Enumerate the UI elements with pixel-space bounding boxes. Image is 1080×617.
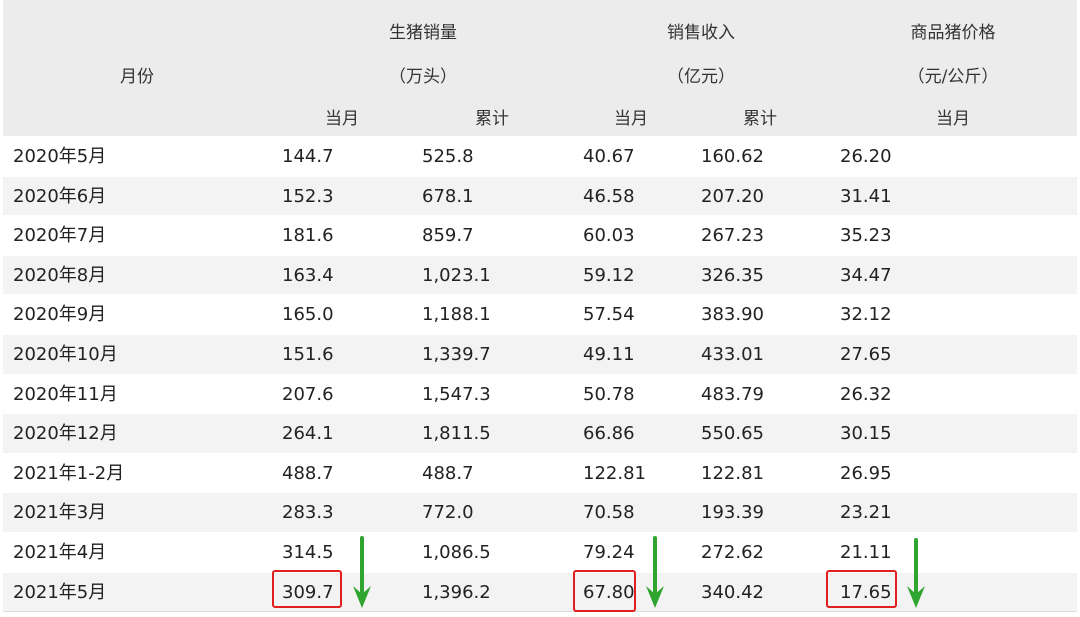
cell-revenue-cumulative: 267.23 xyxy=(701,225,764,247)
cell-sales-monthly: 151.6 xyxy=(282,343,334,365)
cell-sales-cumulative: 1,396.2 xyxy=(422,581,491,603)
cell-revenue-cumulative: 433.01 xyxy=(701,343,764,365)
cell-month: 2020年9月 xyxy=(13,304,107,326)
table-row: 2020年7月 181.6 859.7 60.03 267.23 35.23 xyxy=(3,215,1077,255)
revenue-unit: （亿元） xyxy=(667,67,735,87)
cell-month: 2021年4月 xyxy=(13,541,107,563)
sales-cumulative-header: 累计 xyxy=(475,109,509,129)
sales-monthly-header: 当月 xyxy=(325,109,359,129)
cell-sales-monthly: 207.6 xyxy=(282,383,334,405)
cell-month: 2020年5月 xyxy=(13,146,107,167)
cell-revenue-cumulative: 193.39 xyxy=(701,502,764,524)
month-header: 月份 xyxy=(120,67,154,87)
cell-sales-cumulative: 1,339.7 xyxy=(422,343,491,365)
cell-revenue-cumulative: 340.42 xyxy=(701,581,764,603)
price-header: 商品猪价格 xyxy=(910,23,996,43)
cell-price-monthly: 30.15 xyxy=(840,423,892,445)
cell-sales-cumulative: 772.0 xyxy=(422,502,474,524)
cell-sales-monthly: 144.7 xyxy=(282,146,334,167)
cell-price-monthly: 31.41 xyxy=(840,185,892,207)
cell-revenue-monthly: 70.58 xyxy=(583,502,635,524)
cell-revenue-monthly: 66.86 xyxy=(583,423,635,445)
table-row: 2021年3月 283.3 772.0 70.58 193.39 23.21 xyxy=(3,492,1077,532)
cell-month: 2021年3月 xyxy=(13,502,107,524)
table-row: 2020年10月 151.6 1,339.7 49.11 433.01 27.6… xyxy=(3,333,1077,374)
cell-sales-cumulative: 525.8 xyxy=(422,146,474,167)
cell-month: 2020年7月 xyxy=(13,225,107,247)
highlight-box-price xyxy=(826,570,897,608)
table-header: 月份 生猪销量 （万头） 当月 累计 销售收入 （亿元） 当月 累计 商品猪价格… xyxy=(3,0,1077,136)
cell-sales-monthly: 283.3 xyxy=(282,502,334,524)
cell-revenue-cumulative: 383.90 xyxy=(701,304,764,326)
cell-revenue-monthly: 79.24 xyxy=(583,541,635,563)
cell-revenue-cumulative: 483.79 xyxy=(701,383,764,405)
cell-sales-cumulative: 488.7 xyxy=(422,462,474,484)
cell-revenue-cumulative: 160.62 xyxy=(701,146,764,167)
cell-revenue-monthly: 57.54 xyxy=(583,304,635,326)
cell-revenue-monthly: 50.78 xyxy=(583,383,635,405)
cell-sales-cumulative: 1,811.5 xyxy=(422,423,491,445)
cell-sales-cumulative: 1,188.1 xyxy=(422,304,491,326)
cell-price-monthly: 26.95 xyxy=(840,462,892,484)
price-monthly-header: 当月 xyxy=(936,109,970,129)
cell-month: 2020年11月 xyxy=(13,383,118,405)
cell-revenue-monthly: 49.11 xyxy=(583,343,635,365)
highlight-box-revenue xyxy=(573,570,636,612)
cell-sales-monthly: 163.4 xyxy=(282,264,334,286)
cell-price-monthly: 23.21 xyxy=(840,502,892,524)
table-row: 2021年1-2月 488.7 488.7 122.81 122.81 26.9… xyxy=(3,452,1077,493)
revenue-cumulative-header: 累计 xyxy=(743,109,777,129)
cell-revenue-monthly: 59.12 xyxy=(583,264,635,286)
cell-price-monthly: 35.23 xyxy=(840,225,892,247)
sales-volume-unit: （万头） xyxy=(389,67,457,87)
down-arrow-icon xyxy=(353,536,371,608)
cell-month: 2020年10月 xyxy=(13,343,118,365)
table-row: 2020年6月 152.3 678.1 46.58 207.20 31.41 xyxy=(3,175,1077,216)
cell-sales-monthly: 181.6 xyxy=(282,225,334,247)
table-bottom-border xyxy=(3,611,1077,612)
cell-revenue-cumulative: 122.81 xyxy=(701,462,764,484)
cell-sales-cumulative: 678.1 xyxy=(422,185,474,207)
highlight-box-sales xyxy=(272,570,342,608)
cell-price-monthly: 32.12 xyxy=(840,304,892,326)
cell-revenue-cumulative: 272.62 xyxy=(701,541,764,563)
cell-sales-cumulative: 859.7 xyxy=(422,225,474,247)
table-row: 2020年8月 163.4 1,023.1 59.12 326.35 34.47 xyxy=(3,254,1077,295)
cell-revenue-monthly: 122.81 xyxy=(583,462,646,484)
cell-revenue-cumulative: 550.65 xyxy=(701,423,764,445)
cell-sales-cumulative: 1,547.3 xyxy=(422,383,491,405)
revenue-header: 销售收入 xyxy=(667,23,735,43)
cell-sales-cumulative: 1,086.5 xyxy=(422,541,491,563)
cell-month: 2021年1-2月 xyxy=(13,462,125,484)
cell-revenue-cumulative: 326.35 xyxy=(701,264,764,286)
cell-month: 2021年5月 xyxy=(13,581,107,603)
cell-sales-monthly: 152.3 xyxy=(282,185,334,207)
cell-revenue-monthly: 46.58 xyxy=(583,185,635,207)
price-unit: （元/公斤） xyxy=(907,67,999,87)
cell-price-monthly: 21.11 xyxy=(840,541,892,563)
table-row: 2020年12月 264.1 1,811.5 66.86 550.65 30.1… xyxy=(3,413,1077,453)
cell-sales-monthly: 488.7 xyxy=(282,462,334,484)
cell-sales-monthly: 264.1 xyxy=(282,423,334,445)
table-row: 2020年11月 207.6 1,547.3 50.78 483.79 26.3… xyxy=(3,373,1077,414)
table-row: 2020年5月 144.7 525.8 40.67 160.62 26.20 xyxy=(3,136,1077,176)
cell-revenue-monthly: 40.67 xyxy=(583,146,635,167)
table-row: 2020年9月 165.0 1,188.1 57.54 383.90 32.12 xyxy=(3,294,1077,334)
cell-sales-monthly: 314.5 xyxy=(282,541,334,563)
cell-revenue-monthly: 60.03 xyxy=(583,225,635,247)
cell-month: 2020年8月 xyxy=(13,264,107,286)
cell-month: 2020年12月 xyxy=(13,423,118,445)
sales-volume-header: 生猪销量 xyxy=(389,23,457,43)
cell-sales-monthly: 165.0 xyxy=(282,304,334,326)
cell-price-monthly: 26.20 xyxy=(840,146,892,167)
cell-price-monthly: 27.65 xyxy=(840,343,892,365)
cell-month: 2020年6月 xyxy=(13,185,107,207)
down-arrow-icon xyxy=(646,536,664,608)
cell-price-monthly: 26.32 xyxy=(840,383,892,405)
down-arrow-icon xyxy=(907,538,925,608)
revenue-monthly-header: 当月 xyxy=(614,109,648,129)
cell-price-monthly: 34.47 xyxy=(840,264,892,286)
cell-sales-cumulative: 1,023.1 xyxy=(422,264,491,286)
cell-revenue-cumulative: 207.20 xyxy=(701,185,764,207)
